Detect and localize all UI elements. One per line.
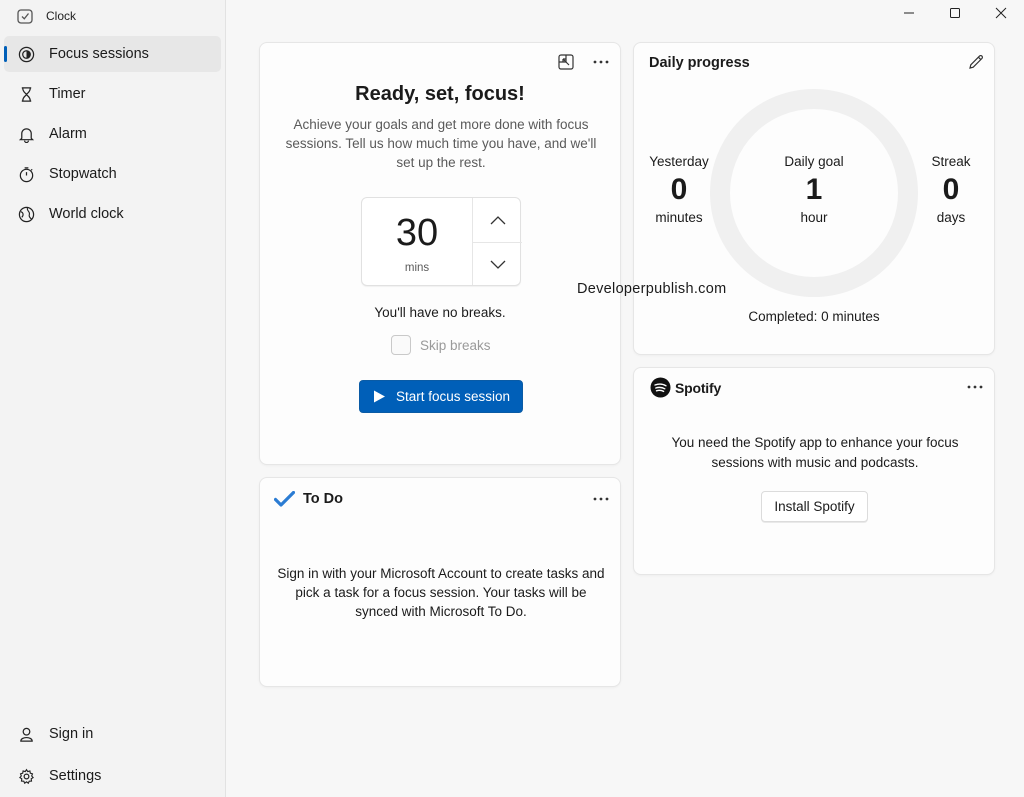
- chevron-up-icon: [490, 216, 505, 225]
- start-focus-label: Start focus session: [395, 389, 511, 404]
- install-spotify-button[interactable]: Install Spotify: [761, 491, 868, 522]
- spotify-more-button[interactable]: [961, 376, 989, 398]
- skip-breaks-checkbox[interactable]: [391, 335, 411, 355]
- daily-goal-stat: Daily goal 1 hour: [764, 154, 864, 225]
- compact-overlay-icon[interactable]: [557, 53, 575, 71]
- maximize-button[interactable]: [932, 0, 978, 26]
- nav-label: World clock: [49, 206, 124, 222]
- streak-stat: Streak 0 days: [921, 154, 981, 225]
- nav-item-sign-in[interactable]: Sign in: [4, 716, 221, 752]
- spotify-icon: [650, 377, 671, 398]
- gear-icon: [19, 768, 34, 784]
- nav-label: Timer: [49, 86, 86, 102]
- yesterday-unit: minutes: [655, 210, 703, 225]
- focus-more-button[interactable]: [587, 51, 615, 73]
- nav-item-settings[interactable]: Settings: [4, 758, 221, 794]
- app-title-bar: Clock: [16, 6, 76, 26]
- nav-item-alarm[interactable]: Alarm: [4, 116, 221, 152]
- nav-bottom: Sign in Settings: [4, 716, 221, 797]
- more-options-icon: [593, 497, 609, 501]
- window-controls: [886, 0, 1024, 26]
- completed-text: Completed: 0 minutes: [748, 309, 880, 324]
- nav-item-timer[interactable]: Timer: [4, 76, 221, 112]
- todo-message: Sign in with your Microsoft Account to c…: [277, 566, 605, 619]
- daily-goal-value: 1: [805, 173, 823, 206]
- person-icon: [20, 727, 33, 742]
- spotify-message: You need the Spotify app to enhance your…: [671, 435, 959, 470]
- focus-heading: Ready, set, focus!: [355, 83, 525, 105]
- skip-breaks-label: Skip breaks: [420, 337, 491, 353]
- globe-icon: [18, 206, 35, 222]
- duration-value[interactable]: 30: [362, 212, 472, 255]
- bell-icon: [18, 127, 35, 143]
- daily-goal-unit: hour: [800, 210, 828, 225]
- clock-app-icon: [17, 9, 33, 24]
- spotify-card: Spotify You need the Spotify app to enha…: [633, 367, 995, 575]
- todo-title: To Do: [303, 491, 343, 507]
- spotify-brand: Spotify: [675, 379, 722, 396]
- focus-description: Achieve your goals and get more done wit…: [285, 117, 597, 170]
- todo-header: To Do: [274, 491, 343, 507]
- more-options-icon: [967, 385, 983, 389]
- stopwatch-icon: [19, 166, 34, 182]
- decrease-button[interactable]: [473, 243, 522, 287]
- streak-value: 0: [942, 173, 960, 206]
- sidebar: Clock Focus sessions Timer Alarm Stopwat…: [0, 0, 226, 797]
- daily-progress-card: Daily progress Yesterday 0 minutes Daily…: [633, 42, 995, 355]
- daily-goal-label: Daily goal: [784, 154, 844, 169]
- nav-label: Settings: [49, 768, 102, 784]
- spotify-logo: Spotify: [650, 377, 721, 398]
- pencil-icon[interactable]: [967, 53, 985, 71]
- play-icon: [373, 390, 385, 403]
- duration-stepper[interactable]: 30 mins: [361, 197, 522, 287]
- nav-label: Focus sessions: [49, 46, 149, 62]
- nav-menu: Focus sessions Timer Alarm Stopwatch Wor…: [4, 36, 221, 236]
- todo-card: To Do Sign in with your Microsoft Accoun…: [259, 477, 621, 687]
- nav-label: Alarm: [49, 126, 87, 142]
- start-focus-button[interactable]: Start focus session: [359, 380, 523, 413]
- hourglass-icon: [21, 86, 32, 102]
- app-title: Clock: [46, 9, 77, 23]
- yesterday-label: Yesterday: [649, 154, 709, 169]
- nav-item-world-clock[interactable]: World clock: [4, 196, 221, 232]
- minimize-icon: [904, 12, 914, 14]
- nav-item-stopwatch[interactable]: Stopwatch: [4, 156, 221, 192]
- more-options-icon: [593, 60, 609, 64]
- skip-breaks-option[interactable]: Skip breaks: [391, 335, 491, 355]
- close-icon: [995, 7, 1007, 19]
- duration-unit: mins: [404, 262, 430, 274]
- todo-more-button[interactable]: [587, 488, 615, 510]
- daily-progress-title: Daily progress: [649, 55, 750, 71]
- focus-icon: [18, 46, 35, 62]
- yesterday-value: 0: [670, 173, 688, 206]
- nav-item-focus-sessions[interactable]: Focus sessions: [4, 36, 221, 72]
- breaks-info: You'll have no breaks.: [374, 305, 506, 320]
- minimize-button[interactable]: [886, 0, 932, 26]
- chevron-down-icon: [490, 260, 505, 269]
- nav-label: Sign in: [49, 726, 94, 742]
- close-button[interactable]: [978, 0, 1024, 26]
- increase-button[interactable]: [473, 198, 522, 242]
- watermark: Developerpublish.com: [577, 281, 727, 297]
- yesterday-stat: Yesterday 0 minutes: [644, 154, 714, 225]
- maximize-icon: [950, 8, 960, 18]
- streak-label: Streak: [931, 154, 971, 169]
- focus-session-card: Ready, set, focus! Achieve your goals an…: [259, 42, 621, 465]
- todo-check-icon: [274, 491, 295, 507]
- streak-unit: days: [936, 210, 966, 225]
- nav-label: Stopwatch: [49, 166, 117, 182]
